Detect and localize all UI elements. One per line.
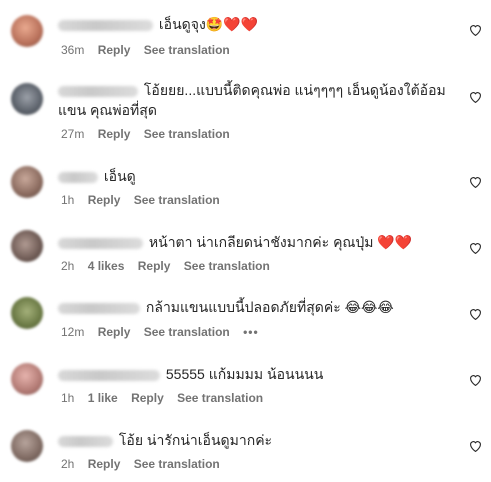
comment-meta: 27m Reply See translation (61, 126, 240, 142)
comment-time: 2h (61, 457, 75, 471)
reply-button[interactable]: Reply (138, 259, 171, 273)
comment-text: เอ็นดูจุง🤩❤️❤️ (158, 16, 259, 32)
comment-meta: 2h Reply See translation (61, 456, 230, 472)
heart-icon[interactable] (468, 373, 482, 387)
likes-count[interactable]: 4 likes (88, 259, 125, 273)
comments-list: เอ็นดูจุง🤩❤️❤️ 36m Reply See translation… (0, 0, 491, 482)
heart-icon[interactable] (468, 307, 482, 321)
see-translation-button[interactable]: See translation (144, 325, 230, 339)
heart-icon[interactable] (468, 90, 482, 104)
comment-line: 55555 แก้มมมม น้อนนนน (58, 364, 451, 384)
blurred-username[interactable] (58, 19, 153, 31)
comment-time: 12m (61, 325, 85, 339)
avatar[interactable] (11, 430, 43, 462)
heart-icon[interactable] (468, 241, 482, 255)
more-options-icon[interactable]: ••• (243, 325, 259, 339)
avatar[interactable] (11, 83, 43, 115)
comment-line: โอ้ย น่ารักน่าเอ็นดูมากค่ะ (58, 430, 451, 450)
reply-button[interactable]: Reply (98, 43, 131, 57)
see-translation-button[interactable]: See translation (134, 457, 220, 471)
heart-icon[interactable] (468, 175, 482, 189)
comment-time: 36m (61, 43, 85, 57)
see-translation-button[interactable]: See translation (177, 391, 263, 405)
reply-button[interactable]: Reply (88, 193, 121, 207)
heart-icon[interactable] (468, 23, 482, 37)
reply-button[interactable]: Reply (131, 391, 164, 405)
comment-text: กล้ามแขนแบบนี้ปลอดภัยที่สุดค่ะ 😂😂😂 (145, 299, 394, 315)
comment-line: เอ็นดู (58, 166, 451, 186)
heart-icon[interactable] (468, 439, 482, 453)
comment-time: 1h (61, 391, 75, 405)
comment-meta: 12m Reply See translation ••• (61, 324, 269, 340)
reply-button[interactable]: Reply (98, 325, 131, 339)
reply-button[interactable]: Reply (88, 457, 121, 471)
avatar[interactable] (11, 166, 43, 198)
avatar[interactable] (11, 15, 43, 47)
comment-meta: 1h 1 like Reply See translation (61, 390, 273, 406)
see-translation-button[interactable]: See translation (144, 127, 230, 141)
comment-text: โอ้ย น่ารักน่าเอ็นดูมากค่ะ (118, 432, 273, 448)
comment-line: หน้าตา น่าเกลียดน่าชังมากค่ะ คุณปุ่ม ❤️❤… (58, 232, 451, 252)
reply-button[interactable]: Reply (98, 127, 131, 141)
comment-meta: 1h Reply See translation (61, 192, 230, 208)
avatar[interactable] (11, 297, 43, 329)
see-translation-button[interactable]: See translation (184, 259, 270, 273)
blurred-username[interactable] (58, 171, 98, 183)
see-translation-button[interactable]: See translation (134, 193, 220, 207)
avatar[interactable] (11, 230, 43, 262)
avatar[interactable] (11, 363, 43, 395)
likes-count[interactable]: 1 like (88, 391, 118, 405)
blurred-username[interactable] (58, 302, 140, 314)
blurred-username[interactable] (58, 237, 143, 249)
blurred-username[interactable] (58, 369, 160, 381)
comment-line: เอ็นดูจุง🤩❤️❤️ (58, 14, 451, 34)
comment-text: หน้าตา น่าเกลียดน่าชังมากค่ะ คุณปุ่ม ❤️❤… (148, 234, 413, 250)
comment-time: 27m (61, 127, 85, 141)
comment-meta: 36m Reply See translation (61, 42, 240, 58)
comment-line: กล้ามแขนแบบนี้ปลอดภัยที่สุดค่ะ 😂😂😂 (58, 297, 451, 317)
blurred-username[interactable] (58, 85, 138, 97)
comment-text: 55555 แก้มมมม น้อนนนน (165, 366, 324, 382)
comment-meta: 2h 4 likes Reply See translation (61, 258, 280, 274)
blurred-username[interactable] (58, 435, 113, 447)
comment-text: เอ็นดู (103, 168, 136, 184)
comment-time: 2h (61, 259, 75, 273)
comment-line: โอ้ยยย...แบบนี้ติดคุณพ่อ แน่ๆๆๆๆ เอ็นดูน… (58, 80, 451, 120)
comment-time: 1h (61, 193, 75, 207)
see-translation-button[interactable]: See translation (144, 43, 230, 57)
